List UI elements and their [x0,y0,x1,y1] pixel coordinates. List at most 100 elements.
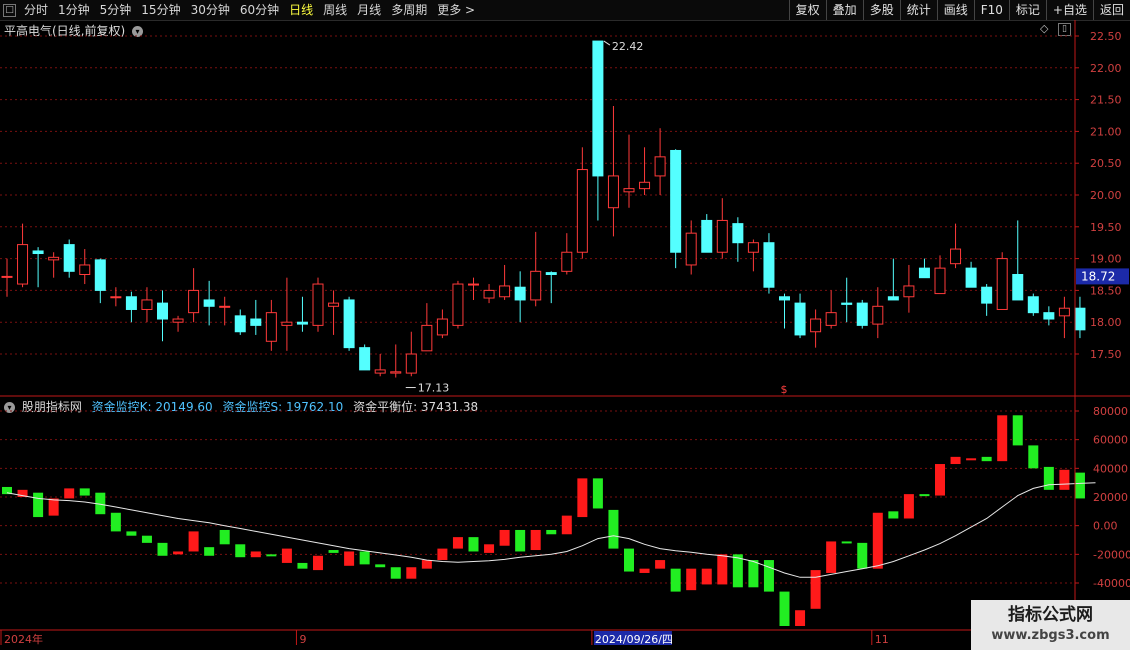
indicator-bar [981,456,992,462]
candle-body [950,248,962,265]
indicator-bar [841,541,852,544]
price-tick-label: 18.50 [1090,284,1122,297]
candle [79,249,91,285]
candle [1012,220,1024,301]
candle-body [63,244,75,272]
candle [670,149,682,269]
indicator-bar [328,550,339,553]
candle [250,299,262,335]
indicator-bar [110,512,121,532]
candle [281,277,293,351]
candle-body [468,283,479,286]
candle-body [514,286,526,301]
date-label: 9 [299,633,306,646]
candle-body [607,175,619,209]
indicator-bar [872,512,883,569]
indicator-bar [48,498,59,516]
indicator-bar [157,542,168,556]
candle [468,277,479,300]
candle [530,231,542,307]
candle-body [1012,274,1024,301]
candle-body [219,305,231,308]
indicator-bar [826,541,837,573]
indicator-bar [64,488,75,499]
candle-body [1074,307,1086,331]
indicator-tick-label: -40000 [1093,577,1130,590]
indicator-tick-label: -20000 [1093,548,1130,561]
indicator-tick-label: 60000 [1093,434,1128,447]
indicator-bar [468,537,479,552]
candle [359,344,371,371]
indicator-bar [935,464,945,496]
dollar-marker: $ [781,383,788,396]
candle [747,239,759,272]
candle-body [965,267,977,288]
candle [483,284,495,304]
candle [623,134,635,208]
candle-body [312,283,324,326]
candle-body [390,371,402,374]
candle [981,284,993,316]
candle-body [172,318,184,323]
candle-body [499,285,511,298]
indicator-tick-label: 80000 [1093,405,1128,418]
candle [514,271,526,323]
indicator-bar [561,515,572,535]
candle-body [32,250,44,255]
candle [312,277,324,332]
candle-body [141,299,153,310]
annotations: 22.42 17.13 $18.72 [405,40,1129,396]
candle-body [872,305,884,325]
date-label: 2024年 [4,632,43,646]
indicator-bar [515,529,526,552]
candle [576,147,588,259]
candle-body [343,299,355,349]
price-tick-label: 20.00 [1090,189,1122,202]
indicator-bar [795,610,806,626]
candle [172,315,184,332]
candle [701,214,713,253]
candle [950,223,962,269]
indicator-bar [639,568,650,573]
indicator-bar [592,478,603,509]
candle-body [794,302,806,336]
candle-body [825,312,837,326]
candle [63,239,75,278]
candle [1,258,13,297]
indicator-bar [857,542,868,569]
indicator-bar [577,478,588,518]
candle [125,291,137,323]
indicator-bar [219,529,230,545]
candle [763,233,775,294]
candle [856,299,868,329]
candle-body [996,258,1008,310]
price-tick-label: 22.50 [1090,30,1122,43]
candle-body [639,181,651,190]
candle-body [483,289,495,299]
candle-body [856,302,868,326]
date-label: 11 [875,633,889,646]
candle [779,293,790,329]
candle-body [281,321,293,326]
candle [934,255,946,295]
candle-body [1058,307,1070,317]
candle [732,217,744,262]
indicator-bar [452,537,463,549]
candle-body [94,259,106,291]
candle [794,293,806,339]
candle [825,290,837,329]
indicator-bar [390,567,401,579]
candle [188,268,200,323]
indicator-bar [670,568,681,592]
candle-body [110,296,122,299]
current-price-tag-label: 18.72 [1081,269,1115,283]
candle [499,264,511,300]
indicator-bar [126,531,137,536]
price-tick-label: 18.00 [1090,316,1122,329]
candle-body [48,256,60,261]
candle-body [934,267,946,295]
watermark-title: 指标公式网 [1008,605,1093,625]
candle-body [1,275,13,278]
indicator-bar [375,564,386,568]
indicator-bar [250,551,261,558]
